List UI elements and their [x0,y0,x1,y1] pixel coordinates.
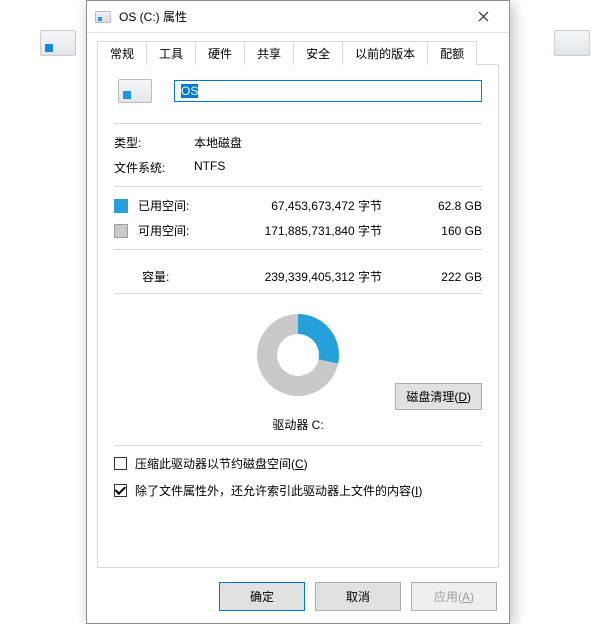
usage-pie-chart [257,314,339,396]
background-drive-icon [40,30,76,56]
background-drive-icon [554,30,590,56]
compress-checkbox[interactable] [114,457,127,470]
tab-sharing[interactable]: 共享 [244,41,294,65]
used-hr: 62.8 GB [418,199,482,213]
capacity-hr: 222 GB [418,270,482,284]
used-label: 已用空间: [138,197,210,214]
filesystem-label: 文件系统: [114,159,194,176]
tab-previous-versions[interactable]: 以前的版本 [342,41,428,65]
drive-icon [95,11,111,23]
close-icon [478,11,489,22]
divider [114,293,482,294]
capacity-bytes: 239,339,405,312 字节 [212,268,418,285]
type-label: 类型: [114,134,194,151]
drive-icon [118,79,152,103]
drive-letter-label: 驱动器 C: [114,416,482,433]
free-swatch-icon [114,224,128,238]
free-hr: 160 GB [418,224,482,238]
apply-label: 应用(A) [434,590,474,604]
properties-dialog: OS (C:) 属性 常规 工具 硬件 共享 安全 以前的版本 配额 类型: 本… [86,0,510,624]
titlebar: OS (C:) 属性 [87,1,509,33]
disk-cleanup-label: 磁盘清理(D) [406,390,471,404]
apply-button[interactable]: 应用(A) [411,582,497,611]
dialog-footer: 确定 取消 应用(A) [87,574,509,623]
type-value: 本地磁盘 [194,134,242,151]
drive-name-input[interactable] [174,80,482,102]
filesystem-value: NTFS [194,159,225,176]
tab-tools[interactable]: 工具 [146,41,196,65]
window-title: OS (C:) 属性 [119,8,461,25]
tab-quota[interactable]: 配额 [427,41,477,65]
tab-security[interactable]: 安全 [293,41,343,65]
divider [114,249,482,250]
compress-label: 压缩此驱动器以节约磁盘空间(C) [135,456,308,473]
ok-button[interactable]: 确定 [219,582,305,611]
divider [114,445,482,446]
index-checkbox[interactable] [114,484,127,497]
tab-row: 常规 工具 硬件 共享 安全 以前的版本 配额 [87,33,509,65]
free-label: 可用空间: [138,222,210,239]
disk-cleanup-button[interactable]: 磁盘清理(D) [395,383,482,410]
used-swatch-icon [114,199,128,213]
tab-general[interactable]: 常规 [97,41,147,65]
index-label: 除了文件属性外，还允许索引此驱动器上文件的内容(I) [135,483,422,500]
cancel-button[interactable]: 取消 [315,582,401,611]
close-button[interactable] [461,2,505,32]
tab-hardware[interactable]: 硬件 [195,41,245,65]
divider [114,123,482,124]
free-bytes: 171,885,731,840 字节 [210,222,418,239]
tab-content-general: 类型: 本地磁盘 文件系统: NTFS 已用空间: 67,453,673,472… [97,65,499,568]
used-bytes: 67,453,673,472 字节 [210,197,418,214]
divider [114,186,482,187]
capacity-label: 容量: [114,268,212,285]
